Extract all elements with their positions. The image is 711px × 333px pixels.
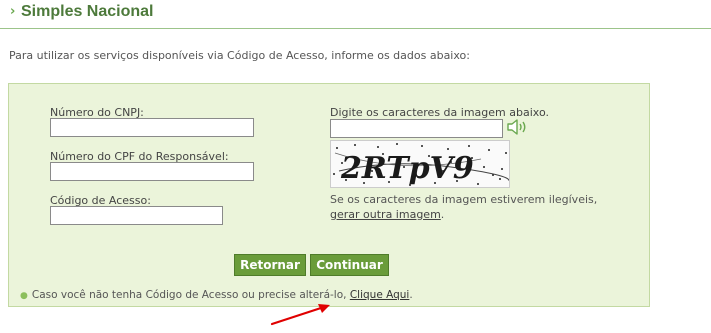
cnpj-input[interactable] (50, 118, 254, 137)
chevron-right-icon: › (10, 4, 16, 19)
regenerate-captcha-link[interactable]: gerar outra imagem (330, 208, 441, 221)
continuar-button[interactable]: Continuar (310, 254, 389, 276)
speaker-icon[interactable] (507, 118, 529, 136)
captcha-image: 2RTpV9 (330, 140, 510, 188)
clique-aqui-link[interactable]: Clique Aqui (350, 289, 410, 301)
instructions-text: Para utilizar os serviços disponíveis vi… (9, 49, 470, 62)
note-end: . (409, 289, 413, 301)
red-arrow-annotation (270, 304, 330, 326)
captcha-input[interactable] (330, 119, 503, 138)
captcha-text: 2RTpV9 (340, 151, 474, 186)
bullet-icon: ● (20, 291, 28, 301)
access-code-input[interactable] (50, 206, 223, 225)
header-bar: › Simples Nacional (0, 0, 711, 29)
retornar-button[interactable]: Retornar (234, 254, 306, 276)
captcha-hint-text: Se os caracteres da imagem estiverem ile… (330, 193, 598, 206)
cpf-input[interactable] (50, 162, 254, 181)
captcha-hint-end: . (440, 208, 445, 221)
access-code-note: ● Caso você não tenha Código de Acesso ou… (20, 289, 413, 301)
page-title: Simples Nacional (21, 3, 154, 20)
captcha-hint: Se os caracteres da imagem estiverem ile… (330, 192, 597, 222)
